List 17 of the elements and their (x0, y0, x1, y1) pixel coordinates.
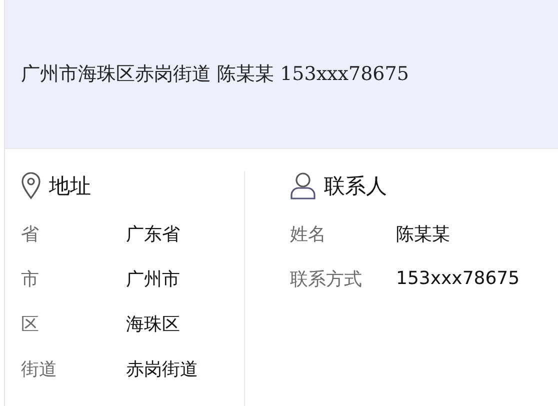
section-title: 联系人 (324, 173, 387, 200)
field-value: 陈某某 (396, 222, 450, 246)
field-value: 广东省 (126, 222, 180, 246)
person-icon (290, 172, 316, 200)
section-title: 地址 (49, 173, 91, 200)
field-label: 区 (21, 312, 40, 336)
field-label: 街道 (21, 358, 58, 380)
field-value: 赤岗街道 (126, 358, 198, 380)
field-value: 153xxx78675 (396, 268, 520, 289)
field-label: 省 (21, 222, 40, 246)
field-value: 广州市 (126, 268, 180, 290)
field-label: 联系方式 (290, 268, 363, 290)
summary-text: 广州市海珠区赤岗街道 陈某某 153xxx78675 (21, 62, 409, 87)
field-label: 姓名 (290, 222, 327, 246)
field-label: 市 (21, 268, 40, 290)
location-pin-icon (21, 172, 41, 200)
field-value: 海珠区 (126, 312, 180, 336)
